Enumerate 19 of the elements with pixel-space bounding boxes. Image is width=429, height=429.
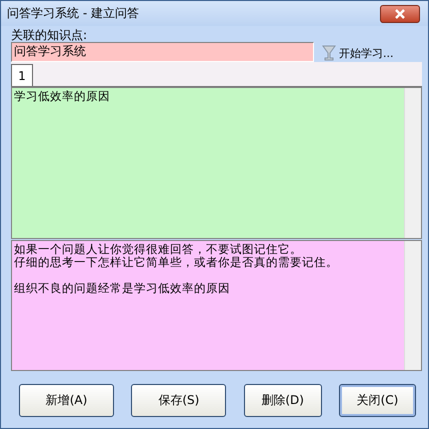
close-button[interactable] [380, 4, 420, 22]
start-learning-button[interactable]: 开始学习... [322, 43, 394, 61]
knowledge-point-field[interactable]: 问答学习系统 [11, 42, 314, 62]
scrollbar[interactable] [404, 241, 421, 370]
answer-field[interactable]: 如果一个问题人让你觉得很难回答，不要试图记住它。 仔细的思考一下怎样让它简单些，或者你是否真的需要记住。 组织不良的问题经常是学习低效率的原因 [11, 240, 422, 371]
scrollbar[interactable] [404, 88, 421, 238]
dialog-button[interactable]: 保存(S) [131, 384, 226, 417]
tab[interactable]: 1 [11, 64, 33, 86]
dialog-button[interactable]: 新增(A) [19, 384, 114, 417]
close-icon [394, 8, 406, 18]
answer-text-line: 组织不良的问题经常是学习低效率的原因 [14, 282, 231, 295]
answer-text-line: 如果一个问题人让你觉得很难回答，不要试图记住它。 [14, 243, 303, 256]
question-field[interactable]: 学习低效率的原因 [11, 87, 422, 239]
cup-icon [322, 45, 336, 61]
window-title: 问答学习系统 - 建立问答 [7, 5, 139, 22]
answer-text-line: 仔细的思考一下怎样让它简单些，或者你是否真的需要记住。 [14, 256, 339, 269]
dialog-button[interactable]: 关闭(C) [338, 384, 416, 417]
dialog-button[interactable]: 删除(D) [244, 384, 322, 417]
field-label: 关联的知识点: [11, 28, 88, 42]
